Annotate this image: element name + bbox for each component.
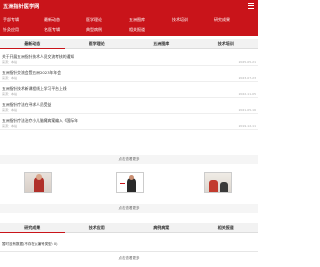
nav-item[interactable]: 名医专辑 — [44, 27, 60, 33]
nav-item[interactable]: 相关报道 — [129, 27, 145, 33]
nav-item[interactable]: 最新动态 — [44, 17, 60, 23]
video-thumbnail[interactable] — [204, 172, 232, 193]
nav-item[interactable]: 医学理论 — [86, 17, 102, 23]
news-source: 来源：本站 — [2, 124, 18, 128]
video-thumbnail[interactable] — [24, 172, 52, 193]
tab-cases[interactable]: 病例病案 — [129, 223, 194, 233]
site-title[interactable]: 五洲指针医学网 — [3, 3, 39, 10]
nav-item[interactable]: 典型病例 — [86, 27, 102, 33]
news-date: 2021-05-16 — [238, 108, 256, 112]
news-source: 来源：本站 — [2, 60, 18, 64]
news-source: 来源：本站 — [2, 92, 18, 96]
news-tabs: 最新动态 医学理论 五洲图库 技术培训 — [0, 39, 258, 49]
category-nav: 手部专辑 最新动态 医学理论 五洲图库 技术培训 研究成果 针灸应用 名医专辑 … — [0, 13, 258, 36]
view-more-button[interactable]: 点击查看更多 — [0, 155, 258, 164]
lower-tabs: 研究成果 技术应用 病例病案 相关报道 — [0, 223, 258, 233]
nav-item[interactable]: 手部专辑 — [3, 17, 19, 23]
list-item[interactable]: 关于开展五洲指针技术人员交流考核的通知 来源：本站 2025-05-21 — [0, 51, 258, 66]
tab-research[interactable]: 研究成果 — [0, 223, 65, 233]
tab-theory[interactable]: 医学理论 — [65, 39, 130, 49]
list-item[interactable]: 五洲指针疗法治疗小儿脑瘫病案编入《国际年 来源：本站 2019-12-11 — [0, 115, 258, 130]
list-item[interactable]: 五洲指针疗法在寻求人员受益 来源：本站 2021-05-16 — [0, 99, 258, 114]
menu-icon[interactable] — [248, 3, 254, 9]
nav-item[interactable]: 技术培训 — [172, 17, 188, 23]
tab-training[interactable]: 技术培训 — [194, 39, 259, 49]
video-thumbnail[interactable] — [116, 172, 144, 193]
news-source: 来源：本站 — [2, 108, 18, 112]
tab-gallery[interactable]: 五洲图库 — [129, 39, 194, 49]
list-item[interactable]: 五洲指针交流会暨五洲2023年年会 来源：本站 2023-07-23 — [0, 67, 258, 82]
nav-item[interactable]: 研究成果 — [214, 17, 230, 23]
news-date: 2025-05-21 — [238, 60, 256, 64]
view-more-button[interactable]: 点击查看更多 — [0, 254, 258, 263]
empty-message: 暂时没有数据(不存在)(编号类型: 0) — [2, 242, 58, 246]
nav-item[interactable]: 五洲图库 — [129, 17, 145, 23]
nav-item[interactable]: 针灸应用 — [3, 27, 19, 33]
news-date: 2022-11-05 — [238, 92, 256, 96]
tab-reports[interactable]: 相关报道 — [194, 223, 259, 233]
tab-application[interactable]: 技术应用 — [65, 223, 130, 233]
list-item[interactable]: 五洲指针技术新课程线上学习平台上线 来源：本站 2022-11-05 — [0, 83, 258, 98]
divider — [0, 251, 258, 252]
header-bar: 五洲指针医学网 — [0, 0, 258, 13]
view-more-button[interactable]: 点击查看更多 — [0, 204, 258, 213]
tab-latest[interactable]: 最新动态 — [0, 39, 65, 49]
news-source: 来源：本站 — [2, 76, 18, 80]
news-date: 2019-12-11 — [238, 124, 256, 128]
news-date: 2023-07-23 — [238, 76, 256, 80]
